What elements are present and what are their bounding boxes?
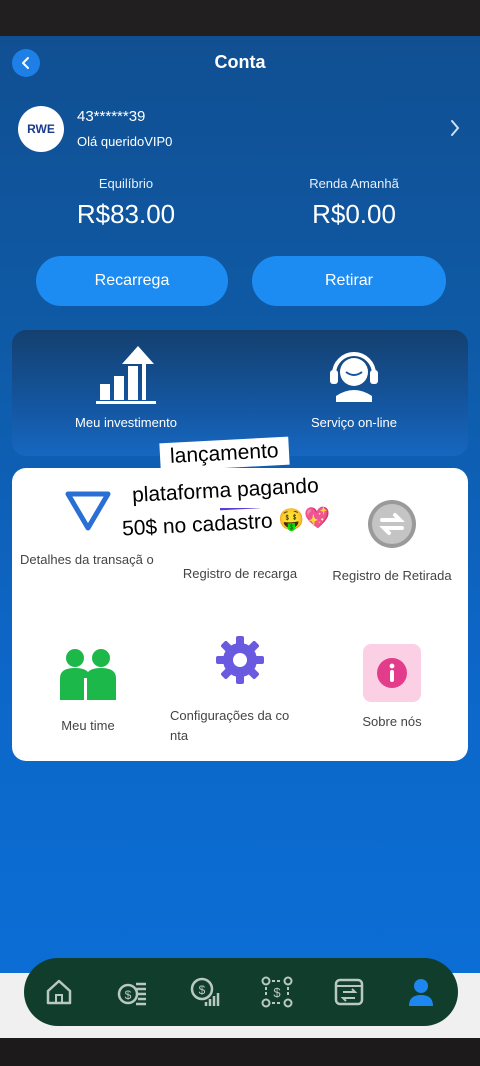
about-us-item[interactable]: Sobre nós bbox=[322, 644, 462, 732]
transaction-details-label: Detalhes da transaçã o bbox=[20, 552, 154, 567]
greeting: Olá queridoVIP0 bbox=[77, 134, 173, 149]
my-investment-label: Meu investimento bbox=[75, 415, 177, 430]
online-service-label: Serviço on-line bbox=[311, 415, 397, 430]
my-investment-item[interactable]: Meu investimento bbox=[26, 344, 226, 430]
withdraw-button[interactable]: Retirar bbox=[252, 256, 446, 306]
income-label: Renda Amanhã bbox=[309, 176, 399, 191]
home-icon[interactable] bbox=[43, 976, 75, 1008]
account-settings-item[interactable]: Configurações da co nta bbox=[170, 634, 310, 746]
svg-text:$: $ bbox=[273, 985, 281, 1000]
quick-access-card: Meu investimento Serviço on-line bbox=[12, 330, 468, 456]
balance-label: Equilíbrio bbox=[98, 176, 154, 191]
exchange-icon[interactable] bbox=[333, 976, 365, 1008]
profile-row[interactable]: RWE 43******39 Olá queridoVIP0 bbox=[18, 106, 468, 156]
avatar: RWE bbox=[18, 106, 64, 152]
scan-icon[interactable]: $ bbox=[261, 976, 293, 1008]
bottom-nav: $ $ $ bbox=[24, 958, 458, 1026]
recharge-log-label: Registro de recarga bbox=[182, 566, 298, 581]
svg-text:$: $ bbox=[125, 988, 132, 1002]
info-icon bbox=[363, 644, 421, 702]
withdraw-log-label: Registro de Retirada bbox=[332, 568, 452, 583]
coins-icon[interactable]: $ bbox=[116, 976, 148, 1008]
income-value: R$0.00 bbox=[312, 199, 396, 229]
team-icon bbox=[60, 649, 116, 700]
balance-stat: Equilíbrio R$83.00 bbox=[26, 176, 226, 230]
bar-chart-up-icon bbox=[96, 346, 156, 404]
header: Conta bbox=[0, 36, 480, 88]
my-team-item[interactable]: Meu time bbox=[20, 648, 156, 736]
about-us-label: Sobre nós bbox=[362, 714, 422, 729]
income-icon[interactable]: $ bbox=[188, 976, 220, 1008]
chevron-right-icon bbox=[451, 120, 460, 136]
recharge-button[interactable]: Recarrega bbox=[36, 256, 228, 306]
profile-icon[interactable] bbox=[405, 976, 437, 1008]
gear-icon bbox=[216, 636, 264, 684]
account-settings-label: Configurações da co nta bbox=[170, 708, 290, 743]
refresh-coin-icon bbox=[368, 500, 416, 548]
page-title: Conta bbox=[214, 52, 266, 72]
income-stat: Renda Amanhã R$0.00 bbox=[254, 176, 454, 230]
my-team-label: Meu time bbox=[61, 718, 115, 733]
user-id: 43******39 bbox=[77, 108, 146, 125]
promo-line-1: lançamento bbox=[159, 436, 290, 472]
svg-text:$: $ bbox=[199, 983, 206, 997]
online-service-item[interactable]: Serviço on-line bbox=[254, 344, 454, 430]
headset-agent-icon bbox=[330, 352, 378, 402]
system-nav-bar bbox=[0, 1038, 480, 1066]
funnel-icon bbox=[65, 491, 111, 531]
account-screen: Conta RWE 43******39 Olá queridoVIP0 Equ… bbox=[0, 36, 480, 1038]
withdraw-log-item[interactable]: Registro de Retirada bbox=[322, 498, 462, 586]
balance-value: R$83.00 bbox=[76, 199, 176, 229]
